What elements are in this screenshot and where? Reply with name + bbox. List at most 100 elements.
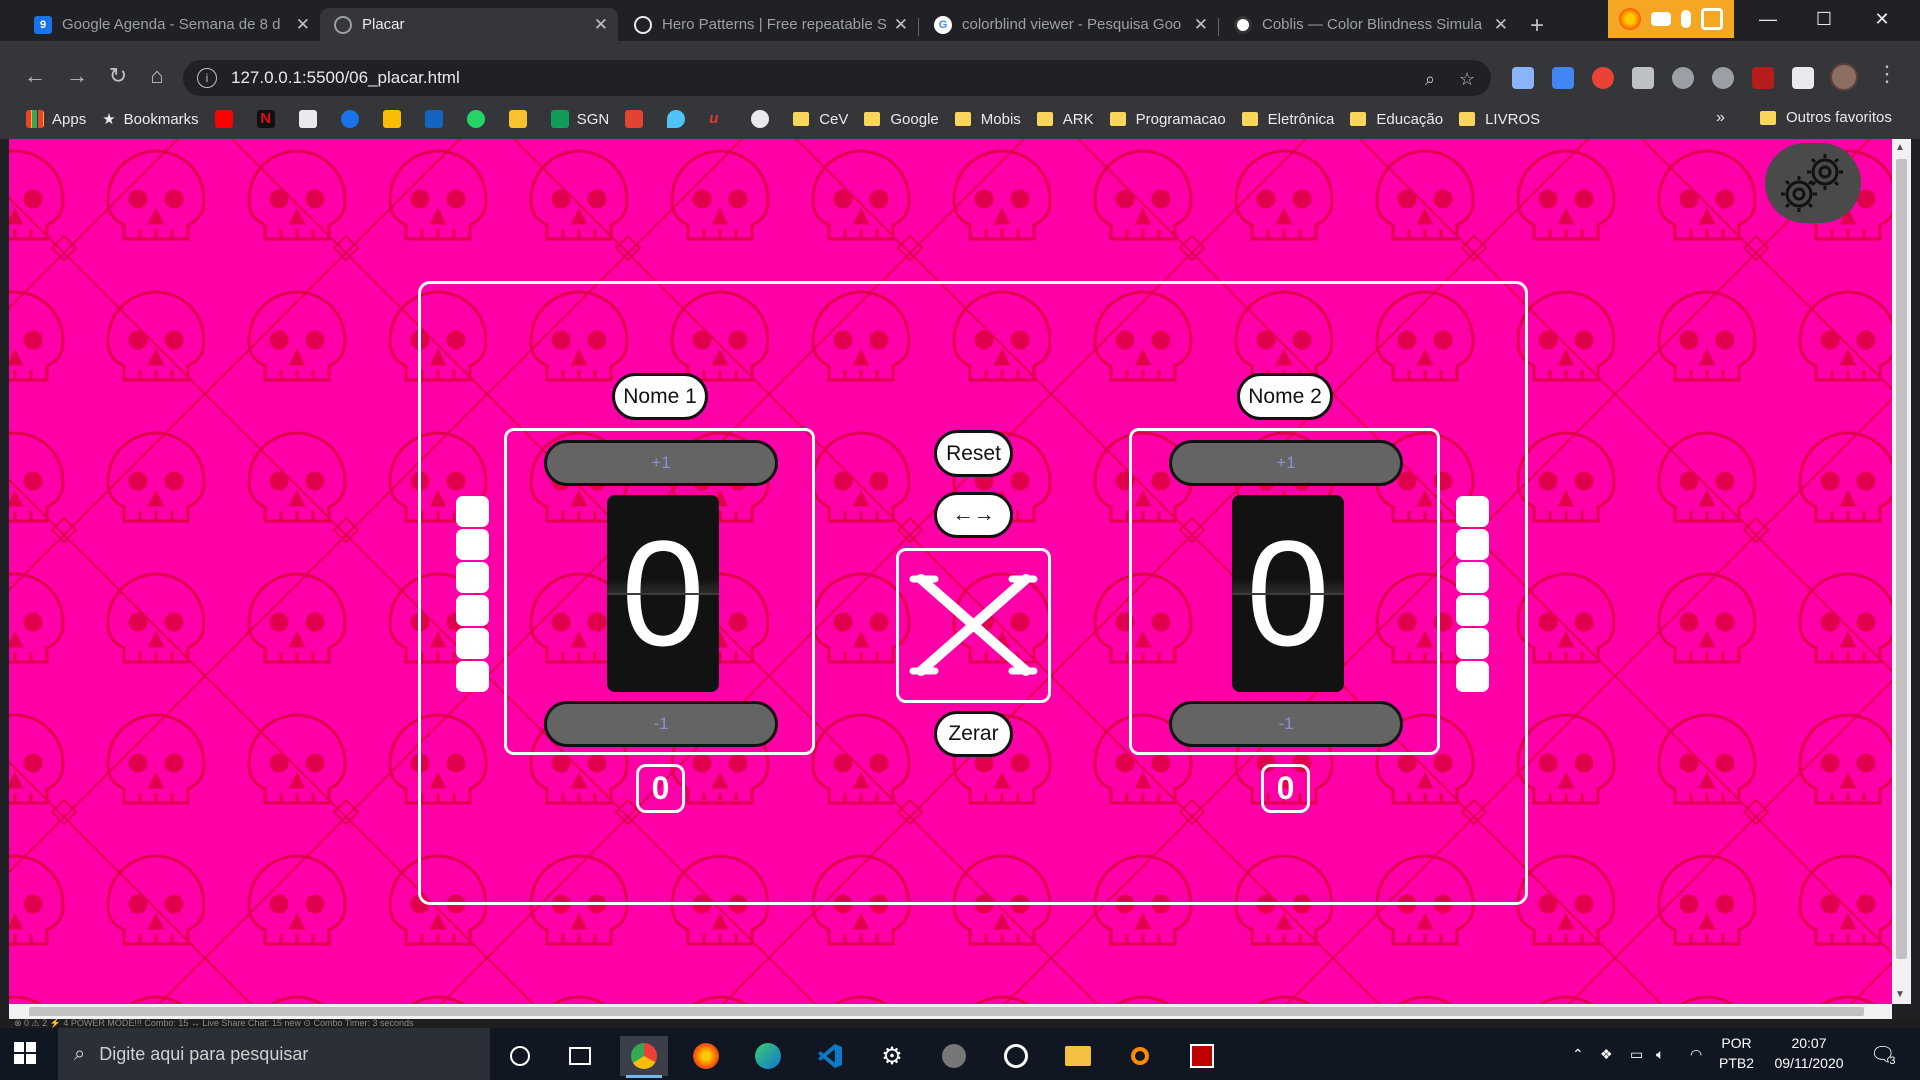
bookmark-folder-cev[interactable]: CeV — [793, 111, 848, 128]
team2-plus-button[interactable]: +1 — [1169, 440, 1403, 486]
bookmarks-overflow-button[interactable]: » — [1716, 109, 1725, 127]
scrollbar-thumb[interactable] — [1896, 159, 1907, 959]
bookmark-idea[interactable] — [508, 110, 535, 128]
tab-google-agenda[interactable]: 9 Google Agenda - Semana de 8 d ✕ — [20, 8, 320, 41]
settings-taskbar-icon[interactable]: ⚙ — [868, 1036, 916, 1076]
edge-taskbar-icon[interactable] — [744, 1036, 792, 1076]
maximize-button[interactable]: ☐ — [1796, 0, 1852, 38]
set-segment[interactable] — [1456, 595, 1489, 626]
bookmark-u[interactable]: u — [709, 110, 735, 128]
scroll-up-arrow-icon[interactable]: ▲ — [1895, 142, 1905, 153]
bookmark-folder-educacao[interactable]: Educação — [1350, 111, 1443, 128]
volume-icon[interactable]: 🔈︎ — [1656, 1028, 1664, 1080]
vertical-scrollbar[interactable]: ▲ ▼ — [1892, 139, 1911, 1004]
close-window-button[interactable]: ✕ — [1854, 0, 1910, 38]
game-taskbar-icon[interactable] — [930, 1036, 978, 1076]
clear-button[interactable]: Zerar — [934, 711, 1013, 757]
tab-coblis[interactable]: Coblis — Color Blindness Simula ✕ — [1220, 8, 1518, 41]
bookmark-drop[interactable] — [667, 110, 693, 128]
dropbox-tray-icon[interactable]: ❖ — [1600, 1028, 1613, 1080]
bookmark-folder-eletronica[interactable]: Eletrônica — [1241, 111, 1334, 128]
set-segment[interactable] — [1456, 562, 1489, 593]
set-segment[interactable] — [1456, 496, 1489, 527]
set-segment[interactable] — [1456, 661, 1489, 692]
set-segment[interactable] — [456, 562, 489, 593]
bookmark-folder-google[interactable]: Google — [864, 111, 939, 128]
close-icon[interactable]: ✕ — [894, 15, 908, 35]
adblock-extension-icon[interactable] — [1592, 67, 1614, 89]
translate-extension-icon[interactable] — [1552, 67, 1574, 89]
set-segment[interactable] — [1456, 529, 1489, 560]
bookmark-star-icon[interactable]: ☆ — [1459, 69, 1475, 90]
bookmark-twitch[interactable] — [298, 110, 325, 128]
home-icon[interactable]: ⌂ — [142, 61, 172, 91]
horizontal-scrollbar[interactable] — [9, 1004, 1892, 1019]
avatar[interactable] — [1830, 63, 1858, 91]
scrollbar-thumb[interactable] — [29, 1007, 1864, 1016]
barcode-extension-icon[interactable] — [1752, 67, 1774, 89]
bookmark-keep[interactable] — [382, 110, 409, 128]
kebab-menu-icon[interactable]: ⋮ — [1876, 61, 1898, 87]
reload-icon[interactable]: ↻ — [103, 61, 133, 91]
extension-icon[interactable] — [1632, 67, 1654, 89]
close-icon[interactable]: ✕ — [1494, 15, 1508, 35]
bookmark-a[interactable] — [424, 110, 451, 128]
bookmark-apps[interactable]: Apps — [26, 110, 86, 128]
close-icon[interactable]: ✕ — [594, 15, 608, 35]
chrome-taskbar-icon[interactable] — [620, 1036, 668, 1078]
task-view-icon[interactable] — [556, 1036, 604, 1076]
battery-icon[interactable]: ▭ — [1630, 1028, 1643, 1080]
bookmark-todoist[interactable] — [625, 110, 651, 128]
minimize-button[interactable]: — — [1740, 0, 1796, 38]
close-icon[interactable]: ✕ — [296, 15, 310, 35]
dropbox-extension-icon[interactable] — [1512, 67, 1534, 89]
tab-placar[interactable]: Placar ✕ — [320, 8, 618, 41]
gear-extension-icon[interactable] — [1712, 67, 1734, 89]
bookmark-bookmarks[interactable]: ★ Bookmarks — [102, 110, 198, 129]
bookmark-folder-mobis[interactable]: Mobis — [954, 111, 1021, 128]
wifi-icon[interactable]: ◠ — [1690, 1028, 1702, 1080]
bookmark-other-favorites[interactable]: Outros favoritos — [1760, 109, 1892, 126]
team2-name-field[interactable]: Nome 2 — [1237, 373, 1333, 420]
whatsapp-taskbar-icon[interactable] — [992, 1036, 1040, 1076]
windows-start-icon[interactable] — [14, 1042, 36, 1064]
cortana-icon[interactable] — [496, 1036, 544, 1076]
forward-arrow-icon[interactable]: → — [62, 61, 92, 91]
new-tab-button[interactable]: + — [1530, 12, 1544, 40]
team2-minus-button[interactable]: -1 — [1169, 701, 1403, 747]
file-explorer-taskbar-icon[interactable] — [1054, 1036, 1102, 1076]
bulb-extension-icon[interactable] — [1672, 67, 1694, 89]
address-bar[interactable]: i 127.0.0.1:5500/06_placar.html ⌕ ☆ — [183, 60, 1491, 96]
scroll-down-arrow-icon[interactable]: ▼ — [1895, 989, 1905, 1000]
settings-button[interactable] — [1765, 143, 1861, 223]
taskbar-search-input[interactable]: ⌕ Digite aqui para pesquisar — [58, 1028, 490, 1080]
set-segment[interactable] — [456, 595, 489, 626]
screen-recorder-extension[interactable] — [1608, 0, 1734, 38]
set-segment[interactable] — [456, 496, 489, 527]
firefox-taskbar-icon[interactable] — [682, 1036, 730, 1076]
bookmark-play[interactable] — [340, 110, 367, 128]
notifications-icon[interactable]: 🗨︎ 3 — [1870, 1028, 1896, 1080]
set-segment[interactable] — [1456, 628, 1489, 659]
bookmark-globe[interactable] — [751, 110, 777, 128]
bookmark-sgn[interactable]: SGN — [550, 110, 609, 128]
reset-button[interactable]: Reset — [934, 430, 1013, 477]
team1-name-field[interactable]: Nome 1 — [612, 373, 708, 420]
bookmark-folder-livros[interactable]: LIVROS — [1459, 111, 1540, 128]
zoom-icon[interactable]: ⌕ — [1425, 69, 1435, 90]
set-segment[interactable] — [456, 628, 489, 659]
bookmark-netflix[interactable]: N — [256, 110, 283, 128]
tab-hero-patterns[interactable]: Hero Patterns | Free repeatable S ✕ — [620, 8, 918, 41]
vscode-taskbar-icon[interactable] — [806, 1036, 854, 1076]
back-arrow-icon[interactable]: ← — [20, 61, 50, 91]
filezilla-taskbar-icon[interactable] — [1178, 1036, 1226, 1076]
swap-sides-button[interactable]: ←→ — [934, 492, 1013, 538]
set-segment[interactable] — [456, 661, 489, 692]
tray-chevron-icon[interactable]: ⌃ — [1572, 1028, 1584, 1080]
set-segment[interactable] — [456, 529, 489, 560]
team1-minus-button[interactable]: -1 — [544, 701, 778, 747]
bookmark-folder-programacao[interactable]: Programacao — [1109, 111, 1226, 128]
bookmark-whatsapp[interactable] — [466, 110, 493, 128]
tab-google-search[interactable]: G colorblind viewer - Pesquisa Goo ✕ — [920, 8, 1218, 41]
close-icon[interactable]: ✕ — [1194, 15, 1208, 35]
